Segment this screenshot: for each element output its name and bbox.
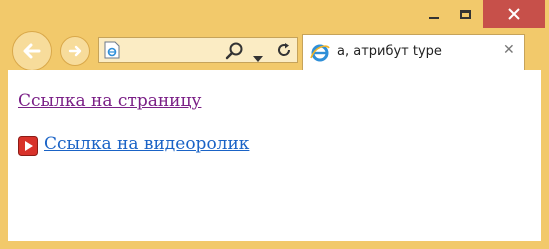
link-video[interactable]: Ссылка на видеоролик bbox=[44, 134, 249, 154]
close-button[interactable] bbox=[483, 0, 545, 28]
tab-active[interactable]: a, атрибут type ✕ bbox=[302, 34, 525, 70]
close-icon bbox=[508, 8, 520, 20]
maximize-button[interactable] bbox=[450, 0, 480, 28]
address-bar[interactable] bbox=[98, 37, 298, 63]
link-page[interactable]: Ссылка на страницу bbox=[18, 91, 201, 111]
back-arrow-icon bbox=[23, 43, 41, 59]
refresh-icon[interactable] bbox=[275, 41, 293, 63]
back-button[interactable] bbox=[12, 31, 52, 71]
forward-arrow-icon bbox=[68, 45, 82, 57]
maximize-icon bbox=[459, 9, 471, 19]
minimize-button[interactable] bbox=[420, 0, 448, 28]
tab-title: a, атрибут type bbox=[337, 44, 442, 59]
page-content: Ссылка на страницу Ссылка на видеоролик bbox=[8, 70, 541, 241]
tab-close-icon[interactable]: ✕ bbox=[503, 42, 515, 58]
forward-button[interactable] bbox=[60, 36, 90, 66]
minimize-icon bbox=[429, 17, 439, 19]
ie-logo-icon bbox=[309, 42, 331, 68]
browser-window: a, атрибут type ✕ Ссылка на страницу Ссы… bbox=[0, 0, 549, 249]
ie-page-icon bbox=[104, 41, 120, 63]
search-icon[interactable] bbox=[225, 41, 245, 65]
chevron-down-icon[interactable] bbox=[253, 47, 263, 66]
video-play-icon bbox=[18, 136, 38, 160]
